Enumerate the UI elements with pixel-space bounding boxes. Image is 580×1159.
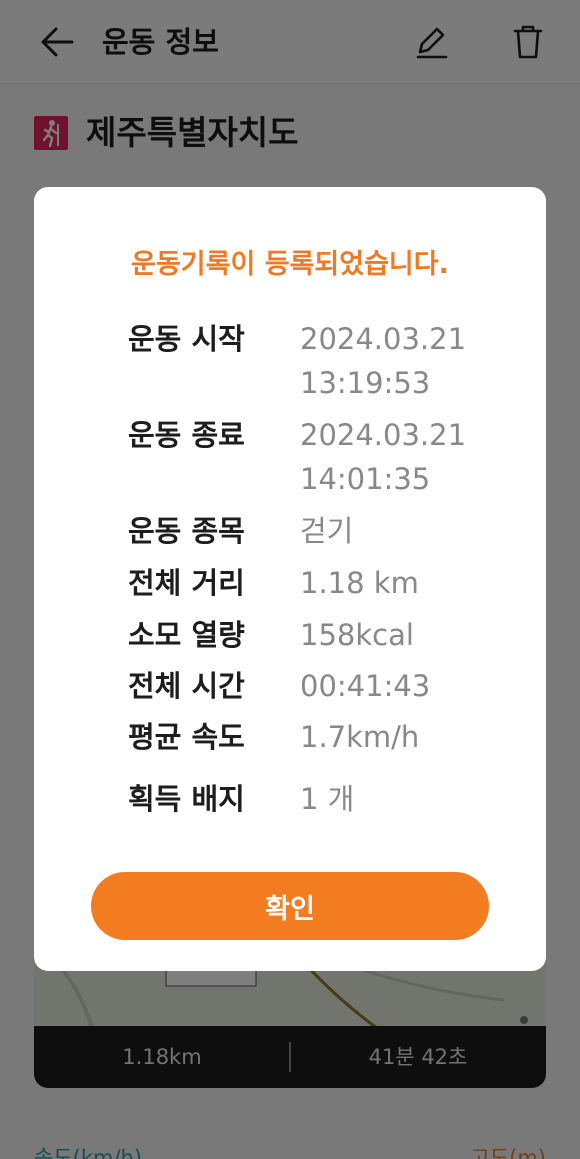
type-label: 운동 종목 xyxy=(128,514,245,548)
end-time: 14:01:35 xyxy=(300,462,431,496)
distance-label: 전체 거리 xyxy=(128,566,245,600)
total-time-label: 전체 시간 xyxy=(128,669,245,703)
avg-speed-label: 평균 속도 xyxy=(128,720,245,754)
start-time: 13:19:53 xyxy=(300,366,431,400)
end-label: 운동 종료 xyxy=(128,418,245,452)
total-time-value: 00:41:43 xyxy=(300,669,431,703)
calories-value: 158kcal xyxy=(300,618,414,652)
badges-label: 획득 배지 xyxy=(128,782,245,816)
record-saved-dialog: 운동기록이 등록되었습니다. 운동 시작 2024.03.21 13:19:53… xyxy=(34,187,546,971)
confirm-button[interactable]: 확인 xyxy=(91,872,489,940)
badges-value: 1 개 xyxy=(300,782,355,816)
type-value: 걷기 xyxy=(300,514,354,548)
distance-value: 1.18 km xyxy=(300,566,419,600)
avg-speed-value: 1.7km/h xyxy=(300,720,420,754)
dialog-title: 운동기록이 등록되었습니다. xyxy=(131,249,449,280)
start-date: 2024.03.21 xyxy=(300,322,467,356)
calories-label: 소모 열량 xyxy=(128,618,245,652)
end-date: 2024.03.21 xyxy=(300,418,467,452)
start-label: 운동 시작 xyxy=(128,322,245,356)
